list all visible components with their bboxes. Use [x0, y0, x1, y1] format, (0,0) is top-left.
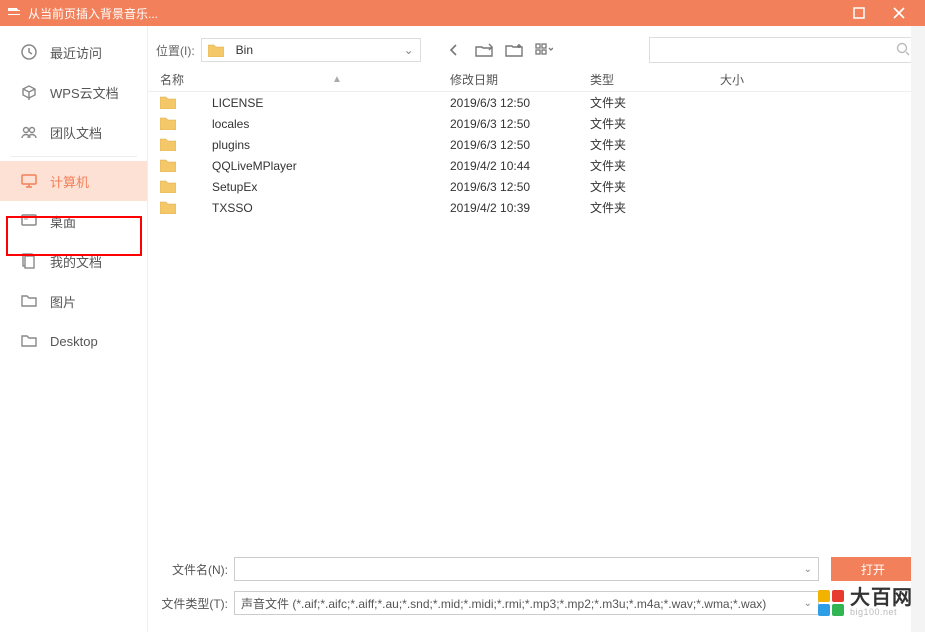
monitor-icon — [18, 170, 40, 192]
table-row[interactable]: plugins 2019/6/3 12:50文件夹 — [148, 134, 925, 155]
toolbar: 位置(I): Bin ⌄ — [148, 32, 925, 68]
watermark-url: big100.net — [850, 608, 913, 617]
titlebar: 从当前页插入背景音乐... — [0, 0, 925, 26]
file-type: 文件夹 — [590, 94, 720, 111]
folder-icon — [160, 138, 176, 151]
search-input[interactable] — [650, 43, 896, 57]
table-row[interactable]: locales 2019/6/3 12:50文件夹 — [148, 113, 925, 134]
table-row[interactable]: SetupEx 2019/6/3 12:50文件夹 — [148, 176, 925, 197]
file-name: QQLiveMPlayer — [212, 159, 297, 173]
sidebar-item-pictures[interactable]: 图片 — [0, 281, 147, 321]
location-label: 位置(I): — [156, 42, 195, 59]
column-name[interactable]: 名称▲ — [160, 71, 450, 88]
file-date: 2019/4/2 10:44 — [450, 159, 590, 173]
table-row[interactable]: QQLiveMPlayer 2019/4/2 10:44文件夹 — [148, 155, 925, 176]
sidebar: 最近访问 WPS云文档 团队文档 计算机 桌面 我的文档 图片 — [0, 26, 148, 632]
chevron-down-icon: ⌄ — [404, 43, 414, 57]
filetype-combobox[interactable]: 声音文件 (*.aif;*.aifc;*.aiff;*.au;*.snd;*.m… — [234, 591, 819, 615]
table-header: 名称▲ 修改日期 类型 大小 — [148, 68, 925, 92]
location-combobox[interactable]: Bin ⌄ — [201, 38, 421, 62]
file-name: plugins — [212, 138, 250, 152]
close-button[interactable] — [879, 0, 919, 26]
chevron-down-icon: ⌄ — [804, 598, 812, 609]
file-date: 2019/6/3 12:50 — [450, 117, 590, 131]
file-date: 2019/6/3 12:50 — [450, 180, 590, 194]
view-options-button[interactable] — [531, 39, 557, 61]
sidebar-item-label: 图片 — [50, 292, 76, 311]
search-icon — [896, 42, 910, 59]
sidebar-item-desktop-zh[interactable]: 桌面 — [0, 201, 147, 241]
table-row[interactable]: TXSSO 2019/4/2 10:39文件夹 — [148, 197, 925, 218]
divider — [10, 156, 137, 157]
file-date: 2019/6/3 12:50 — [450, 96, 590, 110]
column-type[interactable]: 类型 — [590, 71, 720, 88]
file-list: LICENSE2019/6/3 12:50文件夹locales2019/6/3 … — [148, 92, 925, 546]
sidebar-item-label: 计算机 — [50, 172, 89, 191]
sidebar-item-recent[interactable]: 最近访问 — [0, 32, 147, 72]
watermark-text: 大百网 — [850, 588, 913, 608]
sidebar-item-label: 我的文档 — [50, 252, 102, 271]
sidebar-item-label: Desktop — [50, 334, 98, 349]
window-title: 从当前页插入背景音乐... — [28, 5, 839, 22]
file-date: 2019/4/2 10:39 — [450, 201, 590, 215]
folder-icon — [160, 180, 176, 193]
document-icon — [18, 250, 40, 272]
folder-icon — [160, 159, 176, 172]
file-type: 文件夹 — [590, 199, 720, 216]
new-folder-button[interactable] — [501, 39, 527, 61]
file-name: LICENSE — [212, 96, 263, 110]
sidebar-item-team-docs[interactable]: 团队文档 — [0, 112, 147, 152]
sidebar-item-my-docs[interactable]: 我的文档 — [0, 241, 147, 281]
file-name: SetupEx — [212, 180, 257, 194]
clock-icon — [18, 41, 40, 63]
sidebar-item-desktop-en[interactable]: Desktop — [0, 321, 147, 361]
chevron-down-icon: ⌄ — [804, 564, 812, 575]
column-date[interactable]: 修改日期 — [450, 71, 590, 88]
filename-label: 文件名(N): — [156, 561, 234, 578]
file-type: 文件夹 — [590, 136, 720, 153]
search-box[interactable] — [649, 37, 917, 63]
sidebar-item-wps-cloud[interactable]: WPS云文档 — [0, 72, 147, 112]
vertical-scrollbar[interactable] — [911, 26, 925, 632]
sidebar-item-label: 桌面 — [50, 212, 76, 231]
up-button[interactable] — [471, 39, 497, 61]
filename-combobox[interactable]: ⌄ — [234, 557, 819, 581]
cube-icon — [18, 81, 40, 103]
file-name: TXSSO — [212, 201, 253, 215]
file-date: 2019/6/3 12:50 — [450, 138, 590, 152]
sort-asc-icon: ▲ — [332, 74, 342, 85]
folder-icon — [18, 330, 40, 352]
team-icon — [18, 121, 40, 143]
column-size[interactable]: 大小 — [720, 71, 925, 88]
sidebar-item-label: 最近访问 — [50, 43, 102, 62]
open-button[interactable]: 打开 — [831, 557, 915, 581]
folder-icon — [160, 201, 176, 214]
folder-icon — [18, 290, 40, 312]
sidebar-item-label: WPS云文档 — [50, 83, 119, 102]
sidebar-item-label: 团队文档 — [50, 123, 102, 142]
back-button[interactable] — [441, 39, 467, 61]
maximize-button[interactable] — [839, 0, 879, 26]
app-logo-icon — [6, 5, 22, 21]
filetype-label: 文件类型(T): — [156, 595, 234, 612]
watermark: 大百网 big100.net — [818, 588, 913, 617]
file-name: locales — [212, 117, 249, 131]
sidebar-item-computer[interactable]: 计算机 — [0, 161, 147, 201]
filetype-value: 声音文件 (*.aif;*.aifc;*.aiff;*.au;*.snd;*.m… — [241, 595, 766, 612]
bottom-panel: 文件名(N): ⌄ 打开 文件类型(T): 声音文件 (*.aif;*.aifc… — [148, 546, 925, 632]
file-type: 文件夹 — [590, 178, 720, 195]
file-type: 文件夹 — [590, 157, 720, 174]
folder-icon — [160, 96, 176, 109]
desktop-icon — [18, 210, 40, 232]
folder-icon — [160, 117, 176, 130]
file-type: 文件夹 — [590, 115, 720, 132]
watermark-logo-icon — [818, 590, 844, 616]
table-row[interactable]: LICENSE 2019/6/3 12:50文件夹 — [148, 92, 925, 113]
location-value: Bin — [236, 43, 253, 57]
content-pane: 位置(I): Bin ⌄ 名称▲ 修改日期 类型 大小 LICENSE 2019/… — [148, 26, 925, 632]
folder-icon — [208, 44, 224, 57]
